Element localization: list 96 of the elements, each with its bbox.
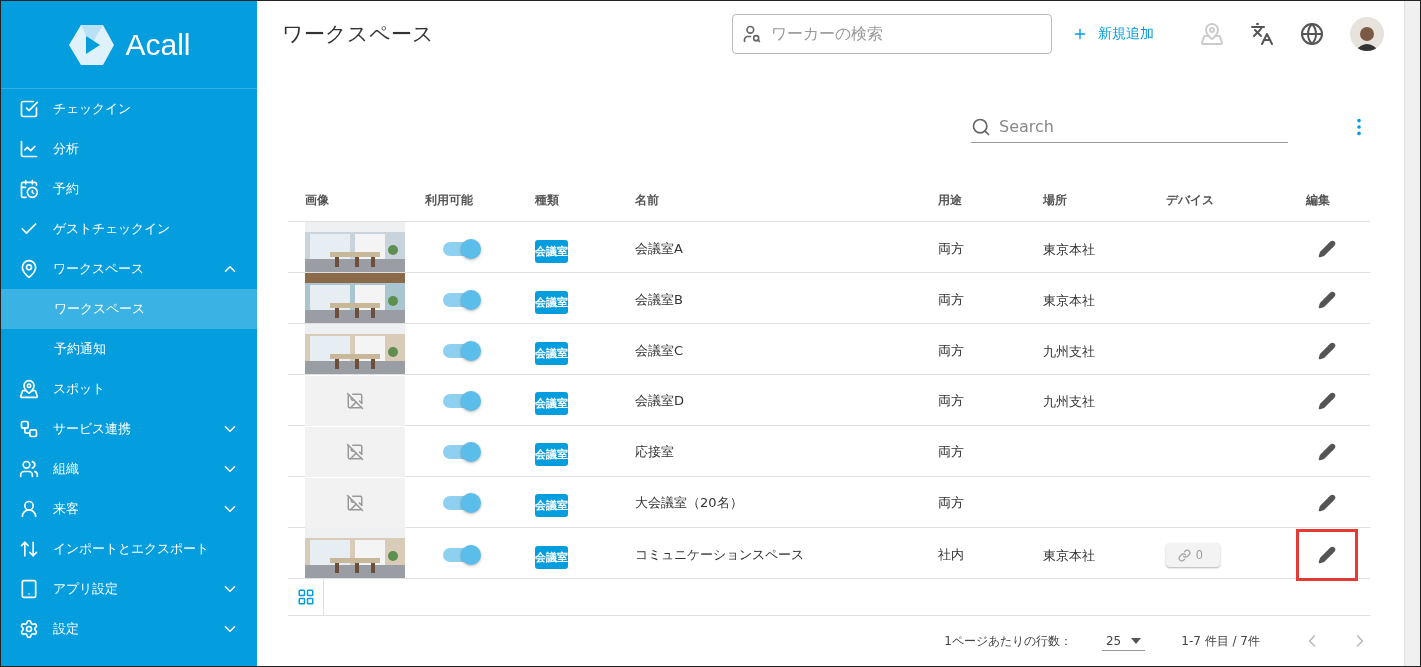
table-cell-text: 応接室: [635, 443, 675, 461]
pencil-icon: [1318, 494, 1336, 512]
sidebar-subitem[interactable]: ワークスペース: [1, 289, 257, 329]
no-image-icon: [346, 494, 364, 512]
type-tag: 会議室: [535, 442, 568, 466]
column-header: 場所: [1043, 193, 1067, 207]
table-cell: 東京本社: [1043, 548, 1095, 563]
table-cell-text: 両方: [938, 342, 965, 360]
sidebar-item[interactable]: 設定: [1, 609, 257, 649]
language-icon[interactable]: [1250, 21, 1274, 46]
no-image-icon: [346, 392, 364, 410]
availability-switch[interactable]: [443, 496, 479, 510]
page-range: 1-7 件目 / 7件: [1181, 632, 1260, 650]
nav-icon: [19, 619, 39, 639]
type-tag: 会議室: [535, 239, 568, 263]
table-cell: 東京本社: [1043, 242, 1095, 257]
column-header: デバイス: [1166, 193, 1214, 207]
table-cell-text: 会議室D: [635, 392, 685, 410]
pencil-icon: [1318, 546, 1336, 564]
nav-icon: [19, 579, 39, 599]
sidebar-subitem[interactable]: 予約通知: [1, 329, 257, 369]
pencil-icon: [1318, 240, 1336, 258]
table-cell-text: 両方: [938, 392, 965, 410]
table-cell-text: 両方: [938, 240, 965, 258]
type-tag: 会議室: [535, 341, 568, 365]
pencil-icon: [1318, 291, 1336, 309]
pencil-icon: [1318, 342, 1336, 360]
sidebar-item[interactable]: インポートとエクスポート: [1, 529, 257, 569]
type-tag: 会議室: [535, 545, 568, 569]
rows-per-page-select[interactable]: 25: [1102, 631, 1146, 651]
table-cell-text: 会議室A: [635, 240, 684, 258]
sidebar-item[interactable]: チェックイン: [1, 89, 257, 129]
scrollbar[interactable]: [1404, 1, 1420, 666]
column-header: 利用可能: [425, 193, 473, 207]
add-new-button[interactable]: 新規追加: [1066, 18, 1160, 49]
table-cell: 九州支社: [1043, 394, 1095, 409]
nav-icon: [19, 459, 39, 479]
column-header: 画像: [305, 193, 329, 207]
availability-switch[interactable]: [443, 242, 479, 256]
sidebar-item[interactable]: ゲストチェックイン: [1, 209, 257, 249]
sidebar-item[interactable]: ワークスペース: [1, 249, 257, 289]
avatar[interactable]: [1350, 16, 1384, 51]
no-image-icon: [346, 443, 364, 461]
sidebar-item[interactable]: 組織: [1, 449, 257, 489]
availability-switch[interactable]: [443, 394, 479, 408]
user-search-icon: [742, 23, 762, 44]
nav-icon: [19, 419, 39, 439]
rows-per-page-label: 1ページあたりの行数：: [944, 632, 1072, 650]
table-cell-text: 両方: [938, 443, 965, 461]
location-icon[interactable]: [1200, 21, 1224, 46]
sidebar-item[interactable]: サービス連携: [1, 409, 257, 449]
type-tag: 会議室: [535, 391, 568, 415]
column-header: 用途: [938, 193, 962, 207]
nav-icon: [19, 259, 39, 279]
pencil-icon: [1318, 392, 1336, 410]
sidebar-item[interactable]: 予約: [1, 169, 257, 209]
logo-text: Acall: [125, 27, 191, 62]
table-cell-text: 会議室C: [635, 342, 685, 360]
table-cell-text: 両方: [938, 291, 965, 309]
table-cell-text: 両方: [938, 494, 965, 512]
edit-button[interactable]: [1296, 529, 1358, 581]
nav-icon: [19, 179, 39, 199]
availability-switch[interactable]: [443, 293, 479, 307]
sidebar-item[interactable]: 分析: [1, 129, 257, 169]
column-header: 編集: [1306, 193, 1330, 207]
column-header: 名前: [635, 193, 659, 207]
grid-view-icon[interactable]: [296, 588, 315, 606]
page-title: ワークスペース: [282, 20, 435, 48]
type-tag: 会議室: [535, 493, 568, 517]
availability-switch[interactable]: [443, 344, 479, 358]
pencil-icon: [1318, 443, 1336, 461]
sidebar-item[interactable]: 来客: [1, 489, 257, 529]
availability-switch[interactable]: [443, 548, 479, 562]
logo-icon: [67, 22, 116, 67]
nav-icon: [19, 539, 39, 559]
table-cell-text: 会議室B: [635, 291, 684, 309]
nav-icon: [19, 379, 39, 399]
nav-icon: [19, 139, 39, 159]
table-cell: 東京本社: [1043, 293, 1095, 308]
caret-down-icon: [1131, 637, 1142, 644]
table-cell-text: 大会議室（20名）: [635, 494, 744, 512]
table-cell-text: 社内: [938, 546, 965, 564]
table-cell: 九州支社: [1043, 344, 1095, 359]
sidebar-item[interactable]: スポット: [1, 369, 257, 409]
nav-icon: [19, 99, 39, 119]
link-icon: [1178, 548, 1191, 562]
type-tag: 会議室: [535, 290, 568, 314]
device-link-button[interactable]: 0: [1166, 543, 1220, 567]
nav-icon: [19, 499, 39, 519]
worker-search-field[interactable]: ワーカーの検索: [732, 13, 1052, 54]
availability-switch[interactable]: [443, 445, 479, 459]
sidebar-item[interactable]: アプリ設定: [1, 569, 257, 609]
column-header: 種類: [535, 193, 559, 207]
search-icon: [971, 117, 991, 137]
table-cell-text: コミュニケーションスペース: [635, 546, 805, 564]
globe-icon[interactable]: [1300, 21, 1324, 46]
